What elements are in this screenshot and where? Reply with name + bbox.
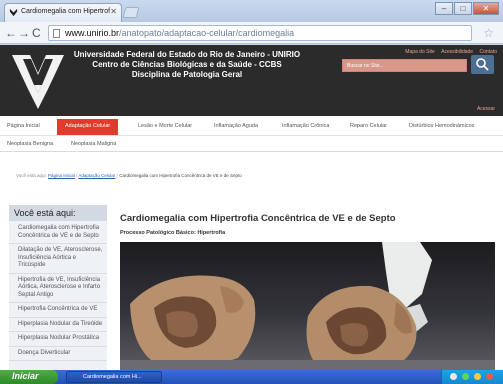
search-button[interactable] [471, 55, 494, 74]
university-line-3: Disciplina de Patologia Geral [131, 70, 243, 79]
acessar-link[interactable]: Acessar [477, 106, 495, 112]
os-taskbar: Iniciar Cardiomegalia com Hi... [0, 370, 503, 384]
maximize-icon[interactable]: □ [454, 2, 472, 15]
breadcrumb-separator: / [116, 173, 118, 178]
unirio-logo-icon[interactable] [8, 49, 68, 111]
link-accessibility[interactable]: Acessibilidade [441, 49, 473, 55]
browser-tab-title: Cardiomegalia com Hipertrof [21, 8, 111, 15]
nav-item-disturbios[interactable]: Distúrbios Hemodinâmicos [409, 123, 474, 129]
nav-item-inflamacao-cronica[interactable]: Inflamação Crônica [282, 123, 329, 129]
search-input[interactable]: Buscar no Site... [342, 59, 467, 72]
tray-volume-icon[interactable] [474, 373, 481, 380]
tray-alert-icon[interactable] [486, 373, 493, 380]
nav-item-home[interactable]: Página Inicial [7, 123, 40, 129]
page-subtitle: Processo Patológico Básico: Hipertrofia [120, 230, 226, 236]
heart-specimen-image [120, 242, 495, 370]
sidebar-item-hiperplasia-prostatica[interactable]: Hiperplasia Nodular Prostática [9, 332, 107, 347]
sidebar-item-cardiomegalia[interactable]: Cardiomegalia com Hipertrofia Concêntric… [9, 222, 107, 244]
nav-item-lesao-morte[interactable]: Lesão e Morte Celular [138, 123, 192, 129]
url-host: www.unirio.br [65, 28, 120, 38]
nav-item-adaptacao-celular[interactable]: Adaptação Celular [57, 119, 119, 135]
breadcrumb-current: Cardiomegalia com Hipertrofia Concêntric… [119, 173, 242, 178]
breadcrumb: Você está aqui: Página Inicial / Adaptaç… [16, 173, 242, 178]
window-controls: – □ ✕ [435, 2, 499, 16]
reload-icon[interactable]: C [32, 26, 41, 40]
search-icon [476, 58, 489, 71]
secondary-navigation: Neoplasia Benigna Neoplasia Maligna [0, 136, 503, 152]
university-line-2: Centro de Ciências Biológicas e da Saúde… [92, 60, 282, 69]
nav-item-inflamacao-aguda[interactable]: Inflamação Aguda [214, 123, 258, 129]
sidebar-item-hiperplasia-tireoide[interactable]: Hiperplasia Nodular da Tireóide [9, 318, 107, 332]
new-tab-button[interactable] [122, 7, 140, 18]
back-icon[interactable]: ← [5, 26, 17, 40]
forward-icon[interactable]: → [18, 26, 30, 40]
sidebar-item-hipertrofia-concentrica[interactable]: Hipertrofia Concêntrica de VE [9, 303, 107, 318]
link-site-map[interactable]: Mapa do Site [405, 49, 434, 55]
address-bar[interactable]: www.unirio.br/anatopato/adaptacao-celula… [48, 25, 472, 41]
breadcrumb-home-link[interactable]: Página Inicial [48, 173, 75, 178]
start-button[interactable]: Iniciar [0, 370, 58, 384]
close-window-icon[interactable]: ✕ [473, 2, 499, 15]
start-label: Iniciar [12, 371, 39, 381]
system-tray [441, 370, 503, 384]
main-navigation: Página Inicial Adaptação Celular Lesão e… [0, 116, 503, 136]
nav-item-neoplasia-maligna[interactable]: Neoplasia Maligna [71, 141, 116, 147]
site-header: Universidade Federal do Estado do Rio de… [0, 45, 503, 116]
tray-security-icon[interactable] [462, 373, 469, 380]
taskbar-task-label: Cardiomegalia com Hi... [83, 374, 142, 380]
page-icon [53, 29, 60, 38]
sidebar-item-dilatacao-ve[interactable]: Dilatação de VE, Aterosclerose, Insufici… [9, 244, 107, 274]
page-title: Cardiomegalia com Hipertrofia Concêntric… [120, 213, 396, 224]
site-favicon-icon [9, 8, 18, 17]
sidebar-list: Cardiomegalia com Hipertrofia Concêntric… [9, 222, 107, 361]
minimize-icon[interactable]: – [435, 2, 453, 15]
sidebar-item-doenca-diverticular[interactable]: Doença Diverticular [9, 347, 107, 361]
university-line-1: Universidade Federal do Estado do Rio de… [73, 50, 301, 59]
browser-tab[interactable]: Cardiomegalia com Hipertrof ✕ [4, 3, 122, 22]
page-viewport: Universidade Federal do Estado do Rio de… [0, 45, 503, 370]
specimen-photo [120, 242, 495, 370]
university-name: Universidade Federal do Estado do Rio de… [62, 50, 312, 80]
sidebar-title: Você está aqui: [9, 205, 107, 221]
close-tab-icon[interactable]: ✕ [110, 7, 117, 16]
taskbar-browser-task[interactable]: Cardiomegalia com Hi... [66, 371, 162, 383]
bookmark-star-icon[interactable]: ☆ [483, 26, 494, 40]
nav-item-reparo-celular[interactable]: Reparo Celular [350, 123, 387, 129]
browser-toolbar: ← → C www.unirio.br/anatopato/adaptacao-… [0, 22, 503, 44]
url-path: /anatopato/adaptacao-celular/cardiomegal… [119, 28, 295, 38]
breadcrumb-parent-link[interactable]: Adaptação Celular [78, 173, 115, 178]
tray-network-icon[interactable] [450, 373, 457, 380]
browser-tab-bar: Cardiomegalia com Hipertrof ✕ – □ ✕ [0, 0, 503, 22]
sidebar-item-hipertrofia-ve-infarto[interactable]: Hipertrofia de VE, Insuficiência Aórtica… [9, 274, 107, 303]
nav-item-neoplasia-benigna[interactable]: Neoplasia Benigna [7, 141, 53, 147]
breadcrumb-prefix: Você está aqui: [16, 173, 47, 178]
